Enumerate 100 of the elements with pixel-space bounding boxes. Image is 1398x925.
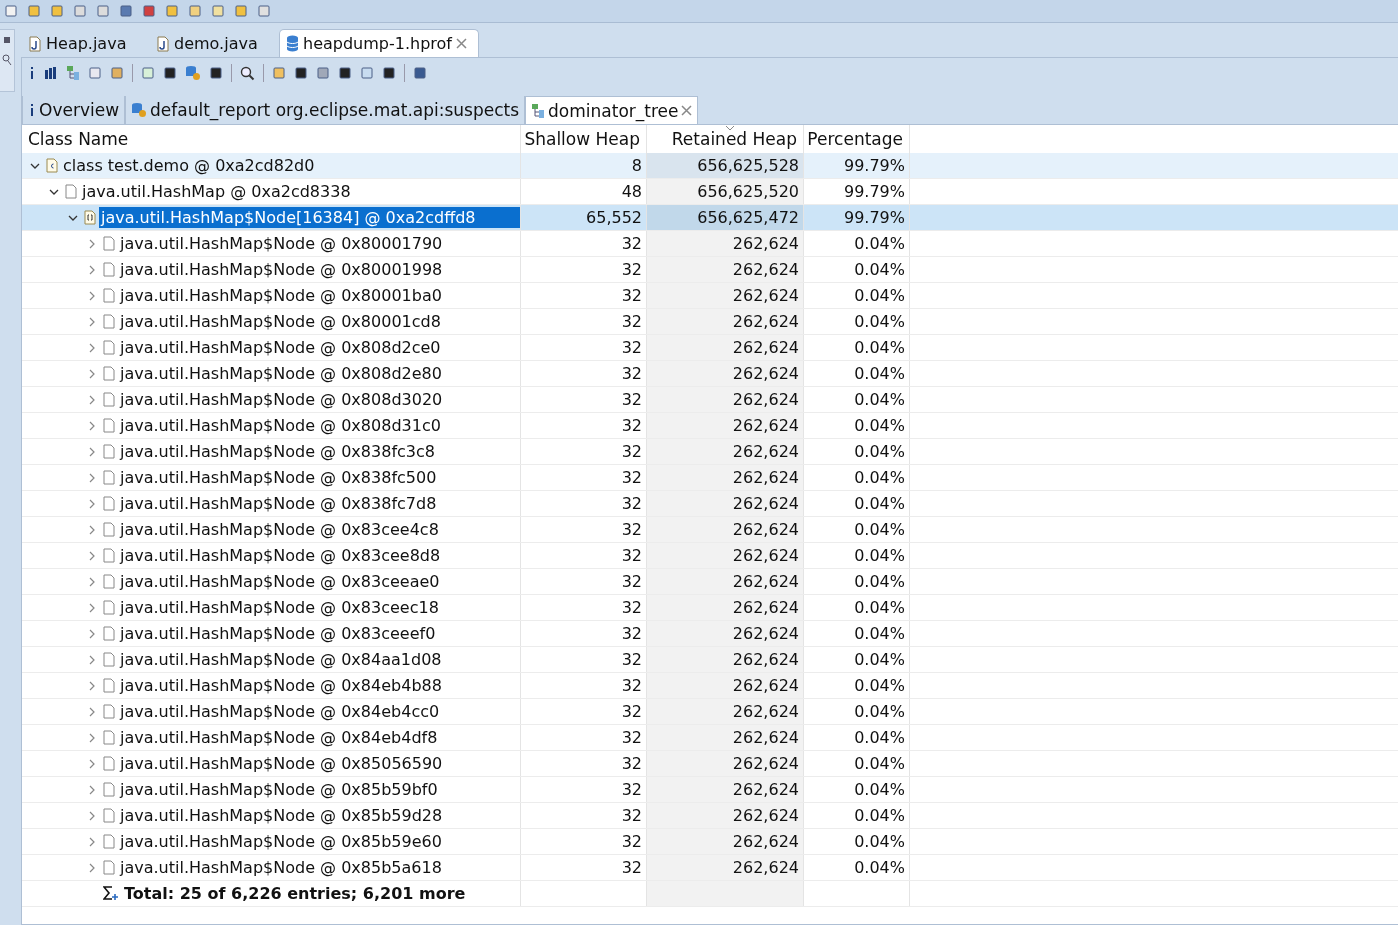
object-icon <box>103 704 115 719</box>
class-name-cell: java.util.HashMap$Node[16384] @ 0xa2cdffd8 <box>99 207 520 228</box>
class-name-cell-text: java.util.HashMap$Node @ 0x808d2e80 <box>118 363 443 384</box>
table-cell: 262,624 <box>647 257 804 282</box>
table-cell: 262,624 <box>647 803 804 828</box>
bar-chart-icon[interactable] <box>44 66 58 80</box>
tree-icon <box>66 65 80 81</box>
class-name-cell-text: java.util.HashMap$Node @ 0x80001cd8 <box>118 311 442 332</box>
table-cell: 262,624 <box>647 569 804 594</box>
table-cell: 262,624 <box>647 621 804 646</box>
table-cell: 65,552 <box>521 205 647 230</box>
object-icon <box>103 262 115 277</box>
view-tab[interactable]: default_report org.eclipse.mat.api:suspects <box>125 96 526 124</box>
table-cell: 32 <box>521 283 647 308</box>
class-name-cell-text: java.util.HashMap$Node @ 0x85b5a618 <box>118 857 443 878</box>
table-cell: 262,624 <box>647 855 804 880</box>
view-tab[interactable]: dominator_tree <box>525 96 699 124</box>
table-cell: 32 <box>521 361 647 386</box>
class-name-cell-text: java.util.HashMap$Node @ 0x85b59bf0 <box>118 779 439 800</box>
database-icon <box>286 35 299 52</box>
table-cell: 262,624 <box>647 777 804 802</box>
class-name-cell-text: java.util.HashMap$Node @ 0x83ceeef0 <box>118 623 437 644</box>
table-cell: 32 <box>521 309 647 334</box>
table-cell: 262,624 <box>647 439 804 464</box>
tree-icon <box>531 102 546 119</box>
table-cell: 32 <box>521 725 647 750</box>
table-cell: 262,624 <box>647 361 804 386</box>
object-icon <box>103 782 115 797</box>
table-cell: 0.04% <box>804 803 910 828</box>
table-cell: 0.04% <box>804 725 910 750</box>
editor-tab[interactable]: Heap.java <box>21 29 149 57</box>
search-icon[interactable] <box>2 54 12 66</box>
table-cell: 8 <box>521 153 647 178</box>
table-cell: 0.04% <box>804 387 910 412</box>
table-cell: 32 <box>521 231 647 256</box>
table-cell: 656,625,528 <box>647 153 804 178</box>
info-icon[interactable] <box>28 66 36 80</box>
table-cell: 32 <box>521 803 647 828</box>
table-cell: 32 <box>521 439 647 464</box>
table-cell: 32 <box>521 257 647 282</box>
table-cell: 0.04% <box>804 335 910 360</box>
array-icon <box>84 210 96 225</box>
table-cell: 262,624 <box>647 283 804 308</box>
table-cell: 0.04% <box>804 543 910 568</box>
close-icon[interactable] <box>455 38 467 49</box>
table-cell: 0.04% <box>804 699 910 724</box>
table-cell: 262,624 <box>647 309 804 334</box>
table-cell: 32 <box>521 569 647 594</box>
table-cell: 262,624 <box>647 829 804 854</box>
object-icon <box>103 522 115 537</box>
table-cell: 262,624 <box>647 699 804 724</box>
table-cell: 262,624 <box>647 491 804 516</box>
table-cell: 32 <box>521 855 647 880</box>
view-icon[interactable] <box>3 36 11 44</box>
table-cell: 0.04% <box>804 309 910 334</box>
table-cell: 32 <box>521 647 647 672</box>
class-name-cell-text: java.util.HashMap$Node @ 0x85b59e60 <box>118 831 443 852</box>
class-name-cell-text: java.util.HashMap$Node @ 0x808d3020 <box>118 389 444 410</box>
table-cell: 0.04% <box>804 231 910 256</box>
class-name-cell-text: java.util.HashMap$Node @ 0x83cee4c8 <box>118 519 440 540</box>
table-cell: 0.04% <box>804 673 910 698</box>
class-name-cell-text: java.util.HashMap$Node @ 0x84aa1d08 <box>118 649 443 670</box>
table-cell: 32 <box>521 621 647 646</box>
table-cell: 32 <box>521 751 647 776</box>
table-cell: 0.04% <box>804 413 910 438</box>
table-cell: 0.04% <box>804 751 910 776</box>
table-cell: 262,624 <box>647 751 804 776</box>
table-cell: 0.04% <box>804 283 910 308</box>
object-icon <box>103 470 115 485</box>
table-cell: 32 <box>521 335 647 360</box>
object-icon <box>103 392 115 407</box>
close-icon[interactable] <box>681 105 693 116</box>
table-cell: 262,624 <box>647 725 804 750</box>
object-icon <box>103 340 115 355</box>
object-icon <box>103 808 115 823</box>
table-cell: 0.04% <box>804 517 910 542</box>
class-name-cell-text: java.util.HashMap$Node @ 0x85b59d28 <box>118 805 444 826</box>
table-cell: 262,624 <box>647 387 804 412</box>
table-cell: 656,625,520 <box>647 179 804 204</box>
table-cell: 262,624 <box>647 595 804 620</box>
editor-tab[interactable]: demo.java <box>149 29 279 57</box>
class-name-cell-text: java.util.HashMap @ 0xa2cd8338 <box>80 181 352 202</box>
table-cell: 0.04% <box>804 647 910 672</box>
table-cell: 656,625,472 <box>647 205 804 230</box>
info-icon <box>28 103 36 117</box>
class-name-cell-text: java.util.HashMap$Node @ 0x84eb4cc0 <box>118 701 441 722</box>
table-cell: 262,624 <box>647 231 804 256</box>
object-icon <box>103 366 115 381</box>
table-cell: 262,624 <box>647 517 804 542</box>
class-name-cell-text: java.util.HashMap$Node @ 0x80001790 <box>118 233 444 254</box>
class-name-cell-text: java.util.HashMap$Node @ 0x83cee8d8 <box>118 545 442 566</box>
search-icon[interactable] <box>240 65 255 81</box>
object-icon <box>103 574 115 589</box>
table-cell: 0.04% <box>804 855 910 880</box>
total-summary[interactable]: Total: 25 of 6,226 entries; 6,201 more <box>122 883 468 904</box>
editor-tab[interactable]: heapdump-1.hprof <box>279 29 479 57</box>
report-icon <box>131 102 148 118</box>
table-cell: 32 <box>521 517 647 542</box>
table-cell: 32 <box>521 387 647 412</box>
view-tab[interactable]: Overview <box>22 96 126 124</box>
